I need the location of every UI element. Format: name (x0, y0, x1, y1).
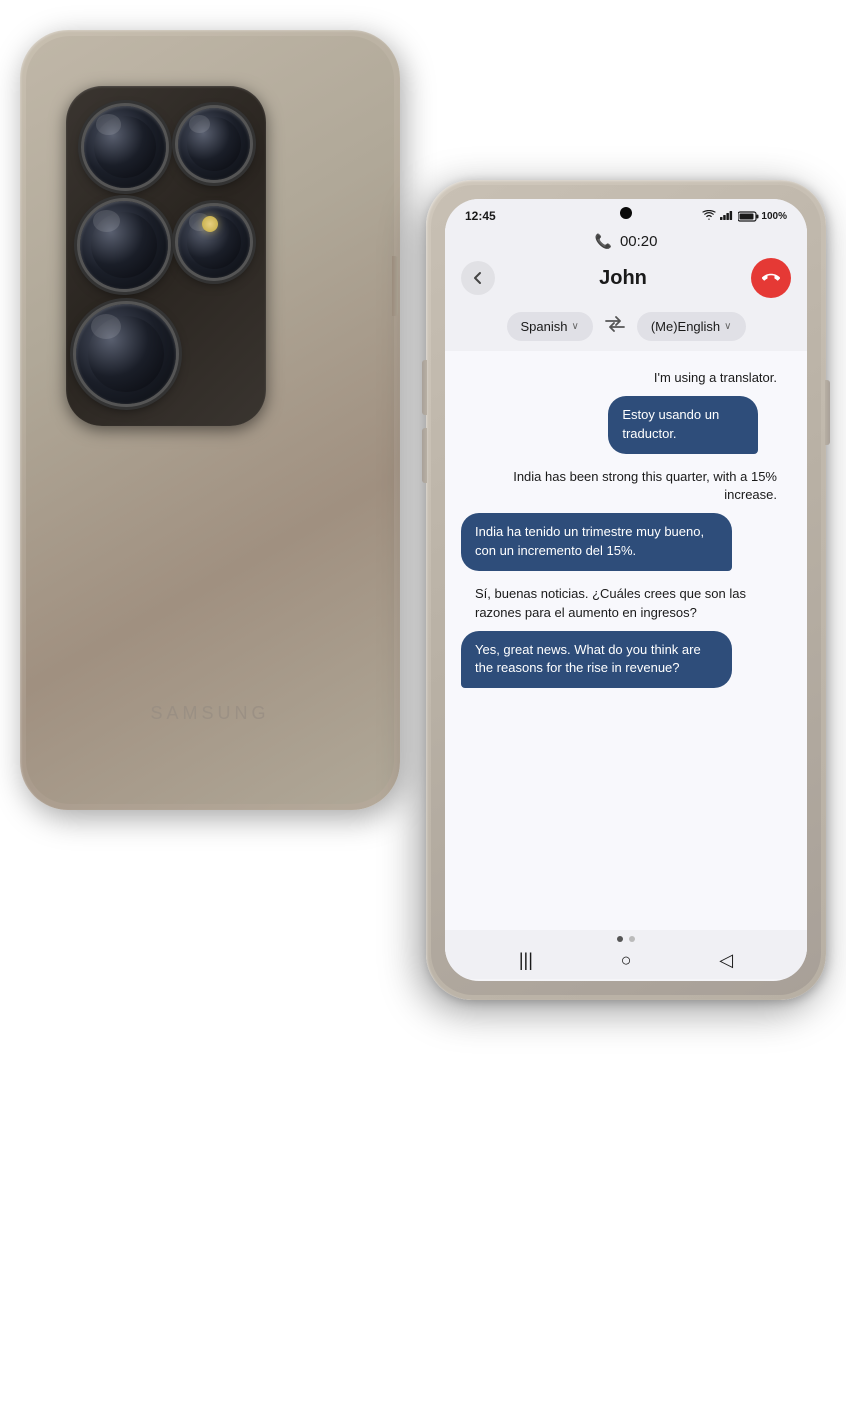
camera-lens-1 (84, 106, 166, 188)
wifi-icon (702, 210, 716, 223)
bottom-navigation: ||| ○ ◁ (445, 930, 807, 979)
chat-area: I'm using a translator. Estoy usando un … (445, 351, 807, 930)
volume-up-button[interactable] (422, 360, 427, 415)
brand-text: SAMSUNG (150, 703, 269, 724)
message-3-plain: Sí, buenas noticias. ¿Cuáles crees que s… (461, 581, 791, 627)
swap-languages-button[interactable] (605, 316, 625, 337)
signal-icon (720, 210, 734, 223)
end-call-button[interactable] (751, 258, 791, 298)
target-language-selector[interactable]: (Me)English ∨ (637, 312, 746, 341)
back-button[interactable] (461, 261, 495, 295)
front-camera-punch-hole (620, 207, 632, 219)
battery-icon: 100% (738, 211, 787, 222)
side-power-button-back[interactable] (392, 256, 398, 316)
message-2-plain: India has been strong this quarter, with… (461, 464, 791, 510)
call-icon: 📞 (595, 233, 612, 250)
contact-header: John (445, 254, 807, 306)
source-language-chevron: ∨ (571, 321, 578, 332)
battery-percent: 100% (761, 211, 787, 222)
nav-buttons: ||| ○ ◁ (445, 950, 807, 971)
recents-button[interactable]: ||| (519, 950, 533, 971)
translator-app: 📞 00:20 John (445, 227, 807, 979)
phone-front-inner: 12:45 (431, 185, 821, 995)
camera-lens-5 (76, 304, 176, 404)
target-language-chevron: ∨ (724, 321, 731, 332)
page-dot-2 (629, 936, 635, 942)
source-language-label: Spanish (521, 319, 568, 334)
source-language-selector[interactable]: Spanish ∨ (507, 312, 593, 341)
call-bar: 📞 00:20 (445, 227, 807, 254)
page-indicator (617, 936, 635, 942)
phone-back-inner: SAMSUNG (26, 36, 394, 804)
message-1-translated: Estoy usando un traductor. (608, 396, 758, 454)
phone-screen: 12:45 (445, 199, 807, 981)
camera-lens-3 (80, 201, 168, 289)
message-1-plain: I'm using a translator. (608, 365, 791, 392)
message-group-3: Sí, buenas noticias. ¿Cuáles crees que s… (461, 581, 791, 688)
volume-down-button[interactable] (422, 428, 427, 483)
language-selector: Spanish ∨ (Me)English ∨ (445, 306, 807, 351)
message-3-translated: Yes, great news. What do you think are t… (461, 631, 732, 689)
contact-name: John (599, 267, 647, 290)
status-time: 12:45 (465, 209, 496, 223)
message-group-1: I'm using a translator. Estoy usando un … (608, 365, 791, 454)
power-button[interactable] (825, 380, 830, 445)
phone-back: SAMSUNG (20, 30, 400, 810)
back-nav-button[interactable]: ◁ (719, 950, 733, 971)
camera-module (66, 86, 266, 426)
camera-lens-2 (178, 108, 250, 180)
target-language-label: (Me)English (651, 319, 720, 334)
flash-led (202, 216, 218, 232)
call-timer: 00:20 (620, 233, 658, 250)
home-button[interactable]: ○ (621, 950, 632, 971)
status-icons: 100% (702, 210, 787, 223)
page-dot-1 (617, 936, 623, 942)
phone-front: 12:45 (426, 180, 826, 1000)
message-2-translated: India ha tenido un trimestre muy bueno, … (461, 513, 732, 571)
message-group-2: India has been strong this quarter, with… (461, 464, 791, 571)
